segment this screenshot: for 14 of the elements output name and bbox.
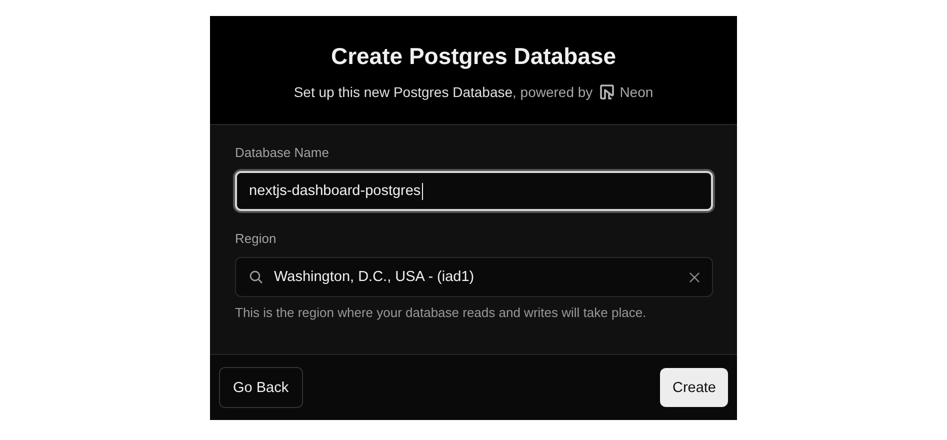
create-button[interactable]: Create (660, 368, 728, 407)
search-field[interactable]: Washington, D.C., USA - (iad1) (235, 257, 713, 297)
dialog-subtitle: Set up this new Postgres Database (294, 84, 513, 100)
field-label: Region (235, 231, 278, 246)
logo-icon (598, 84, 615, 100)
field-label: Database Name (235, 145, 330, 160)
dialog-title: Create Postgres Database (330, 43, 616, 70)
field-hint: This is the region where your database reads and writes will take place. (235, 305, 648, 320)
back-button[interactable]: Go Back (219, 367, 303, 408)
brand-name: Neon (620, 84, 654, 100)
input-field[interactable]: nextjs-dashboard-postgres (235, 171, 713, 211)
search-icon (248, 269, 264, 285)
powered-by-text: , powered by (512, 84, 593, 100)
close-icon[interactable] (689, 272, 700, 282)
